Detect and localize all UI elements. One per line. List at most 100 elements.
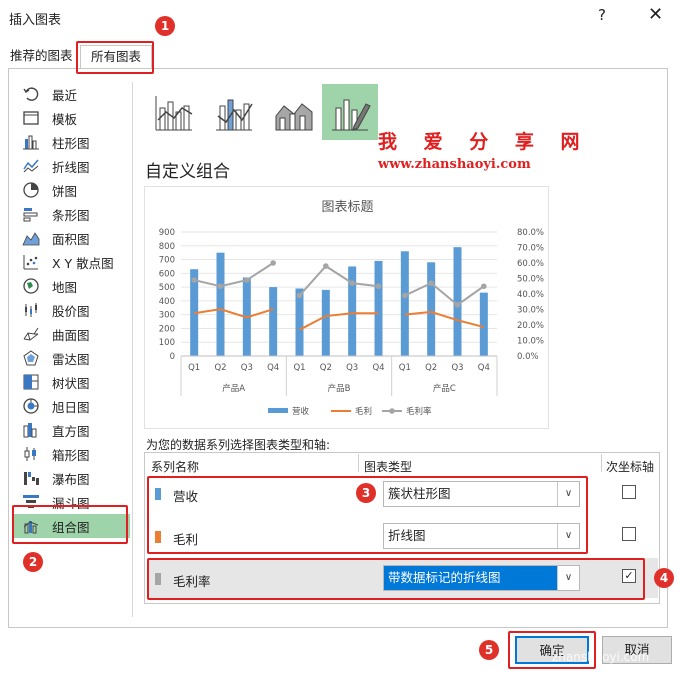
combo-subtype-column-line[interactable] — [146, 84, 202, 140]
sidebar-item-pie[interactable]: 饼图 — [14, 178, 130, 202]
bar — [400, 251, 409, 356]
sunburst-chart-icon — [23, 398, 39, 414]
series-marker — [296, 292, 303, 299]
column-line-combo-icon — [155, 96, 193, 131]
legend-swatch — [268, 408, 288, 413]
annotation-box-combo — [12, 505, 128, 544]
sidebar-item-stock[interactable]: 股价图 — [14, 298, 130, 322]
chart-title: 图表标题 — [321, 200, 373, 215]
sidebar-item-histogram[interactable]: 直方图 — [14, 418, 130, 442]
treemap-chart-icon — [23, 374, 39, 390]
step-badge: 4 — [654, 568, 674, 588]
sidebar-item-label: 股价图 — [52, 303, 90, 319]
watermark-url: www.zhanshaoyi.com — [378, 157, 531, 172]
y-tick-label: 200 — [159, 324, 175, 334]
series-line-gross-profit — [194, 308, 274, 319]
sidebar-item-waterfall[interactable]: 瀑布图 — [14, 466, 130, 490]
sidebar-item-scatter[interactable]: X Y 散点图 — [14, 250, 130, 274]
close-button[interactable]: ✕ — [648, 4, 663, 25]
series-marker — [349, 280, 355, 286]
y-tick-label: 600 — [159, 269, 175, 279]
x-tick-label: Q2 — [425, 363, 437, 373]
x-tick-label: Q3 — [451, 363, 463, 373]
sidebar-item-area[interactable]: 面积图 — [14, 226, 130, 250]
series-marker — [270, 260, 276, 266]
y2-tick-label: 40.0% — [517, 290, 544, 300]
combo-subtype-area-column[interactable] — [266, 84, 322, 140]
column-chart-icon — [23, 135, 39, 150]
y2-tick-label: 80.0% — [517, 228, 544, 238]
help-button[interactable]: ? — [598, 6, 606, 24]
stock-chart-icon — [25, 303, 37, 317]
radar-chart-icon — [23, 350, 39, 366]
x-tick-label: Q3 — [241, 363, 253, 373]
watermark-title: 我 爱 分 享 网 — [378, 131, 590, 153]
bar — [348, 266, 357, 356]
bar — [427, 262, 436, 356]
bar — [321, 289, 330, 356]
map-chart-icon — [23, 278, 39, 294]
column-separator — [358, 454, 359, 472]
legend-label: 毛利 — [355, 406, 372, 417]
step-badge: 3 — [356, 483, 376, 503]
legend-label: 营收 — [292, 406, 310, 417]
sidebar-item-label: 旭日图 — [52, 399, 90, 415]
annotation-box-tab — [76, 41, 154, 74]
combo-subtype-column-line-secondary[interactable] — [206, 84, 262, 140]
sidebar-item-recent[interactable]: 最近 — [14, 82, 130, 106]
series-line-margin — [298, 264, 379, 297]
waterfall-chart-icon — [24, 472, 39, 485]
series-marker — [244, 277, 250, 283]
sidebar-item-treemap[interactable]: 树状图 — [14, 370, 130, 394]
x-tick-label: Q1 — [293, 363, 305, 373]
sidebar-divider — [132, 82, 133, 617]
x-tick-label: Q4 — [478, 363, 490, 373]
sidebar-item-label: 直方图 — [52, 423, 90, 439]
y-tick-label: 700 — [159, 256, 175, 266]
x-tick-label: Q2 — [214, 363, 226, 373]
series-marker — [191, 277, 197, 283]
column-separator — [601, 454, 602, 472]
sidebar-item-column[interactable]: 柱形图 — [14, 130, 130, 154]
sidebar-item-label: 瀑布图 — [52, 471, 90, 487]
custom-combo-icon — [332, 99, 371, 131]
sidebar-item-radar[interactable]: 雷达图 — [14, 346, 130, 370]
sidebar-item-surface[interactable]: 曲面图 — [14, 322, 130, 346]
column-line-secondary-icon — [216, 99, 253, 131]
tab-recommended-charts[interactable]: 推荐的图表 — [10, 45, 80, 69]
y-tick-label: 500 — [159, 283, 175, 293]
y-tick-label: 300 — [159, 311, 175, 321]
group-label: 产品B — [328, 383, 351, 394]
sidebar-item-sunburst[interactable]: 旭日图 — [14, 394, 130, 418]
y2-tick-label: 30.0% — [517, 306, 544, 316]
secondary-axis-checkbox-gross-profit[interactable] — [622, 527, 636, 541]
sidebar-item-label: 雷达图 — [52, 351, 90, 367]
legend-label: 毛利率 — [406, 406, 432, 417]
chart-svg: 图表标题 900 800 700 600 500 400 300 200 100 0 80.0% 70.… — [159, 200, 544, 417]
column-header-type: 图表类型 — [364, 460, 413, 474]
box-chart-icon — [24, 447, 36, 461]
y-tick-label: 100 — [159, 338, 175, 348]
sidebar-item-map[interactable]: 地图 — [14, 274, 130, 298]
sidebar-item-template[interactable]: 模板 — [14, 106, 130, 130]
sidebar-item-label: 面积图 — [52, 231, 90, 247]
series-caption: 为您的数据系列选择图表类型和轴: — [146, 438, 331, 452]
secondary-axis-checkbox-revenue[interactable] — [622, 485, 636, 499]
bar — [269, 287, 278, 356]
series-marker — [454, 302, 461, 308]
y-tick-label: 800 — [159, 242, 175, 252]
sidebar-item-bar[interactable]: 条形图 — [14, 202, 130, 226]
sidebar-item-box[interactable]: 箱形图 — [14, 442, 130, 466]
recent-icon — [23, 87, 39, 101]
series-marker — [402, 292, 408, 299]
sidebar-item-label: 箱形图 — [52, 447, 90, 463]
sidebar-item-line[interactable]: 折线图 — [14, 154, 130, 178]
x-tick-label: Q4 — [372, 363, 384, 373]
dialog-title: 插入图表 — [9, 13, 62, 28]
chart-preview: 图表标题 900 800 700 600 500 400 300 200 100 0 80.0% 70.… — [144, 186, 549, 429]
combo-subtype-custom[interactable] — [322, 84, 378, 140]
x-tick-label: Q3 — [346, 363, 358, 373]
x-tick-label: Q4 — [267, 363, 279, 373]
template-icon — [23, 111, 39, 125]
title-bar: 插入图表 ? ✕ — [0, 0, 680, 34]
